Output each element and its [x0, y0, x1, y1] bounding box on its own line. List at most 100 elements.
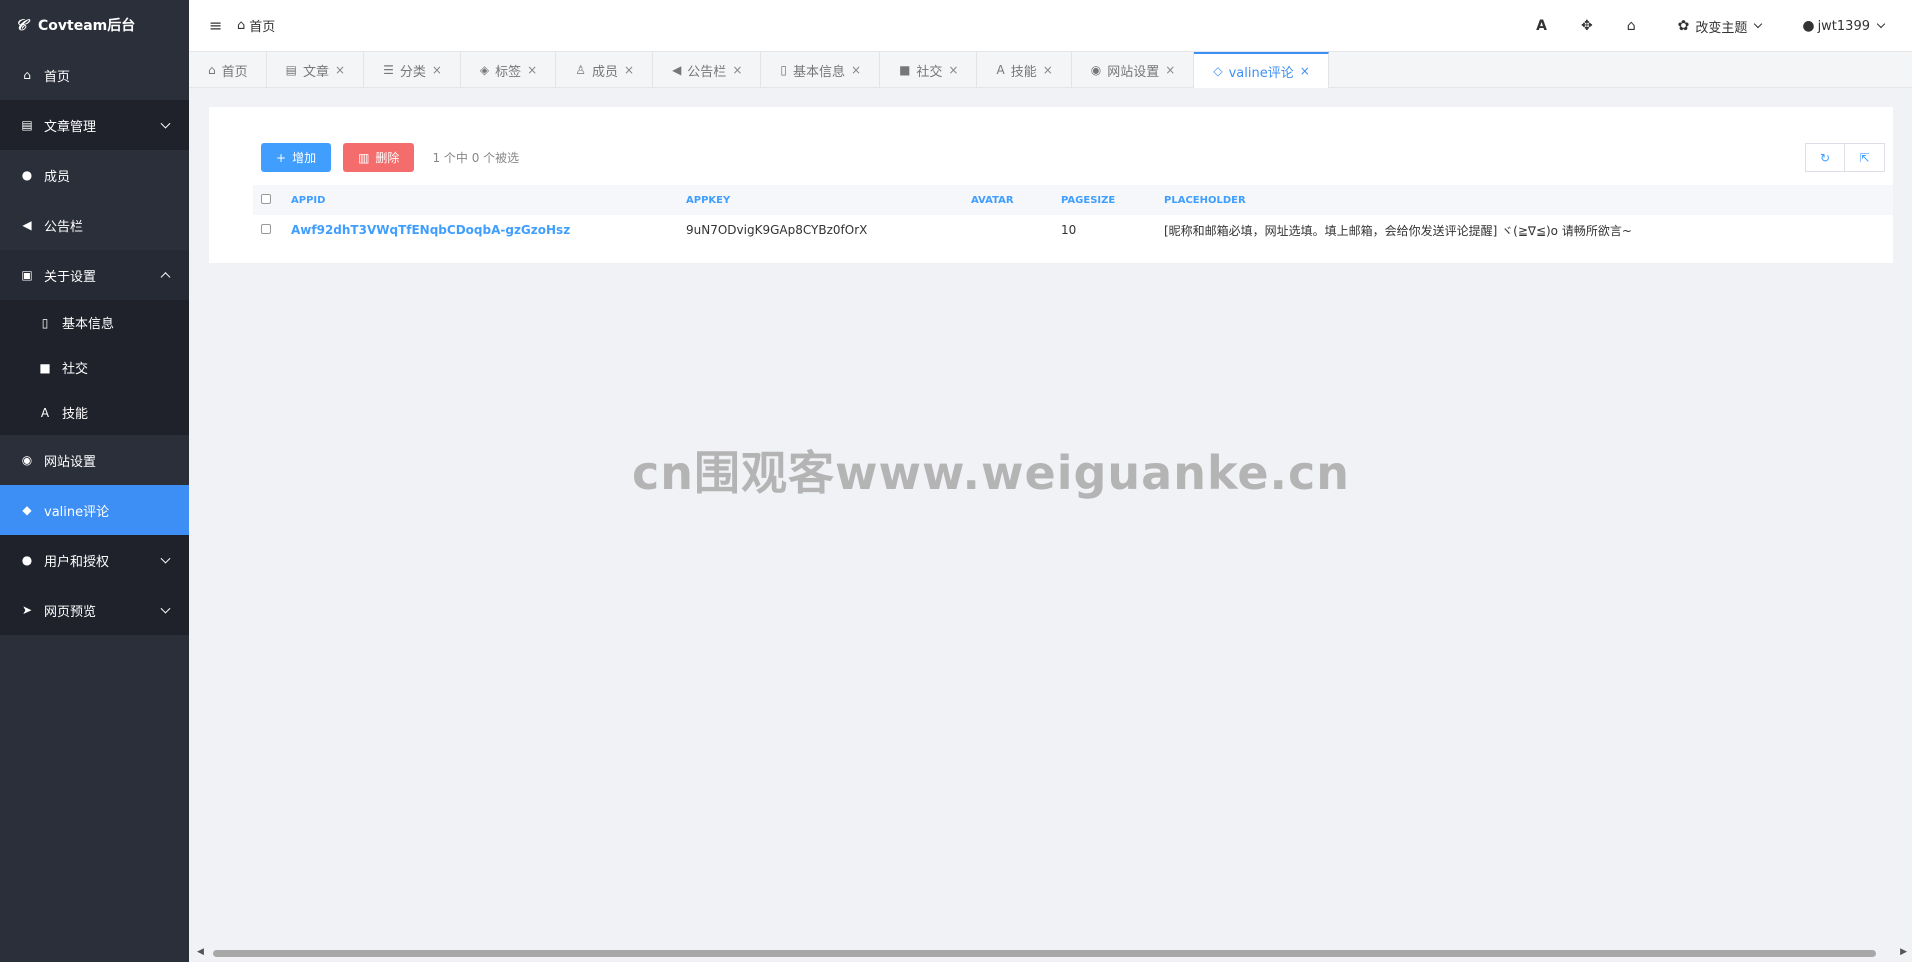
add-label: 增加 — [292, 151, 317, 165]
row-checkbox[interactable] — [261, 224, 271, 234]
close-icon[interactable]: × — [732, 63, 742, 77]
scroll-left-icon[interactable]: ◀ — [197, 947, 204, 957]
refresh-button[interactable]: ↻ — [1805, 143, 1845, 172]
tab-tags[interactable]: ◈ 标签 × — [461, 52, 557, 88]
bullhorn-icon: ◀ — [22, 218, 32, 232]
chevron-down-icon — [1876, 19, 1886, 29]
tab-label: 公告栏 — [687, 64, 727, 80]
content-panel: + 增加 ▥ 删除 1 个中 0 个被选 ↻ ⇱ APPID APPKEY AVAT… — [209, 107, 1893, 263]
tab-label: 分类 — [399, 64, 426, 80]
sidebar-item-users-auth[interactable]: ● 用户和授权 — [0, 535, 189, 585]
fullscreen-button[interactable]: ✥ — [1564, 0, 1610, 52]
tab-label: 标签 — [495, 64, 522, 80]
sidebar-item-about[interactable]: ▣ 关于设置 — [0, 250, 189, 300]
select-all-cell — [253, 185, 283, 215]
sidebar-item-members[interactable]: ● 成员 — [0, 150, 189, 200]
sidebar-item-label: 文章管理 — [44, 119, 97, 135]
tab-label: 首页 — [221, 64, 248, 80]
horizontal-scrollbar[interactable]: ◀ ▶ — [195, 946, 1909, 960]
close-icon[interactable]: × — [432, 63, 442, 77]
sidebar-item-label: 技能 — [62, 407, 89, 422]
tab-members[interactable]: ♙ 成员 × — [556, 52, 654, 88]
close-icon[interactable]: × — [851, 63, 861, 77]
avatar-cell — [963, 215, 1053, 245]
menu-toggle-icon[interactable]: ≡ — [209, 16, 223, 35]
trash-icon: ▥ — [358, 150, 370, 165]
chevron-down-icon — [160, 118, 171, 129]
home-icon: ⌂ — [1626, 18, 1636, 34]
sidebar-item-social[interactable]: ■ 社交 — [0, 345, 189, 390]
export-button[interactable]: ⇱ — [1845, 143, 1885, 172]
font-icon: A — [1536, 18, 1547, 34]
sidebar-item-label: valine评论 — [44, 504, 110, 520]
comment-icon: ■ — [899, 63, 911, 77]
column-header[interactable]: PAGESIZE — [1053, 185, 1156, 215]
tab-skills[interactable]: A 技能 × — [977, 52, 1072, 88]
sidebar-item-site-settings[interactable]: ◉ 网站设置 — [0, 435, 189, 485]
column-header[interactable]: APPKEY — [678, 185, 963, 215]
data-table: APPID APPKEY AVATAR PAGESIZE PLACEHOLDER… — [253, 185, 1893, 245]
tab-basic-info[interactable]: ▯ 基本信息 × — [761, 52, 881, 88]
column-header[interactable]: AVATAR — [963, 185, 1053, 215]
chevron-down-icon — [1754, 19, 1763, 29]
delete-label: 删除 — [375, 151, 400, 165]
breadcrumb[interactable]: ⌂ 首页 — [237, 16, 275, 35]
theme-dropdown[interactable]: ✿ 改变主题 — [1653, 0, 1787, 52]
book-icon: ▤ — [21, 118, 33, 132]
close-icon[interactable]: × — [527, 63, 537, 77]
skill-icon: A — [996, 63, 1005, 77]
column-header[interactable]: APPID — [283, 185, 678, 215]
select-all-checkbox[interactable] — [261, 193, 271, 204]
tab-home[interactable]: ⌂ 首页 — [189, 52, 267, 88]
appid-link[interactable]: Awf92dhT3VWqTfENqbCDoqbA-gzGzoHsz — [283, 215, 678, 245]
sidebar-item-label: 用户和授权 — [44, 554, 110, 570]
scroll-right-icon[interactable]: ▶ — [1900, 947, 1907, 957]
table-toolbar: + 增加 ▥ 删除 1 个中 0 个被选 — [261, 143, 519, 172]
tab-categories[interactable]: ☰ 分类 × — [364, 52, 461, 88]
sidebar-item-preview[interactable]: ➤ 网页预览 — [0, 585, 189, 635]
close-icon[interactable]: × — [335, 63, 345, 77]
home-icon: ⌂ — [237, 18, 246, 33]
tab-notice[interactable]: ◀ 公告栏 × — [653, 52, 762, 88]
list-icon: ☰ — [383, 63, 394, 77]
close-icon[interactable]: × — [1165, 63, 1175, 77]
user-dropdown[interactable]: ● jwt1399 — [1786, 0, 1912, 52]
tab-articles[interactable]: ▤ 文章 × — [267, 52, 365, 88]
sidebar-item-label: 社交 — [62, 362, 89, 377]
font-size-button[interactable]: A — [1519, 0, 1564, 52]
brand-title: Covteam后台 — [38, 18, 136, 34]
tab-social[interactable]: ■ 社交 × — [880, 52, 978, 88]
tab-label: 技能 — [1010, 64, 1037, 80]
submenu-about: ▯ 基本信息 ■ 社交 A 技能 — [0, 300, 189, 435]
sidebar-item-label: 网站设置 — [44, 454, 97, 470]
column-header[interactable]: PLACEHOLDER — [1156, 185, 1893, 215]
fullscreen-icon: ✥ — [1580, 18, 1593, 34]
close-icon[interactable]: × — [1300, 64, 1310, 78]
sidebar-item-articles[interactable]: ▤ 文章管理 — [0, 100, 189, 150]
user-icon: ♙ — [575, 63, 586, 77]
sidebar-item-valine[interactable]: ◆ valine评论 — [0, 485, 189, 535]
close-icon[interactable]: × — [1043, 63, 1053, 77]
tab-label: 社交 — [916, 64, 943, 80]
scrollbar-thumb[interactable] — [213, 950, 1876, 957]
close-icon[interactable]: × — [948, 63, 958, 77]
brand[interactable]: 𝒞 Covteam后台 — [0, 0, 189, 50]
sidebar-item-skills[interactable]: A 技能 — [0, 390, 189, 435]
watermark: cn围观客www.weiguanke.cn — [632, 446, 1351, 500]
id-card-icon: ▣ — [21, 268, 33, 282]
sidebar-item-basic-info[interactable]: ▯ 基本信息 — [0, 300, 189, 345]
sidebar: 𝒞 Covteam后台 ⌂ 首页 ▤ 文章管理 ● 成员 ◀ 公告栏 ▣ 关于设… — [0, 0, 189, 962]
home-button[interactable]: ⌂ — [1610, 0, 1653, 52]
user-lock-icon: ● — [21, 553, 33, 567]
close-icon[interactable]: × — [624, 63, 634, 77]
tab-valine[interactable]: ◇ valine评论 × — [1194, 52, 1329, 88]
sidebar-item-notice[interactable]: ◀ 公告栏 — [0, 200, 189, 250]
paper-plane-icon: ➤ — [21, 603, 33, 617]
tab-site-settings[interactable]: ◉ 网站设置 × — [1072, 52, 1195, 88]
tags-icon: ◈ — [479, 63, 490, 77]
sidebar-item-home[interactable]: ⌂ 首页 — [0, 50, 189, 100]
delete-button[interactable]: ▥ 删除 — [343, 143, 415, 172]
tab-label: valine评论 — [1228, 65, 1294, 81]
file-icon: ▯ — [780, 63, 787, 77]
add-button[interactable]: + 增加 — [261, 143, 332, 172]
